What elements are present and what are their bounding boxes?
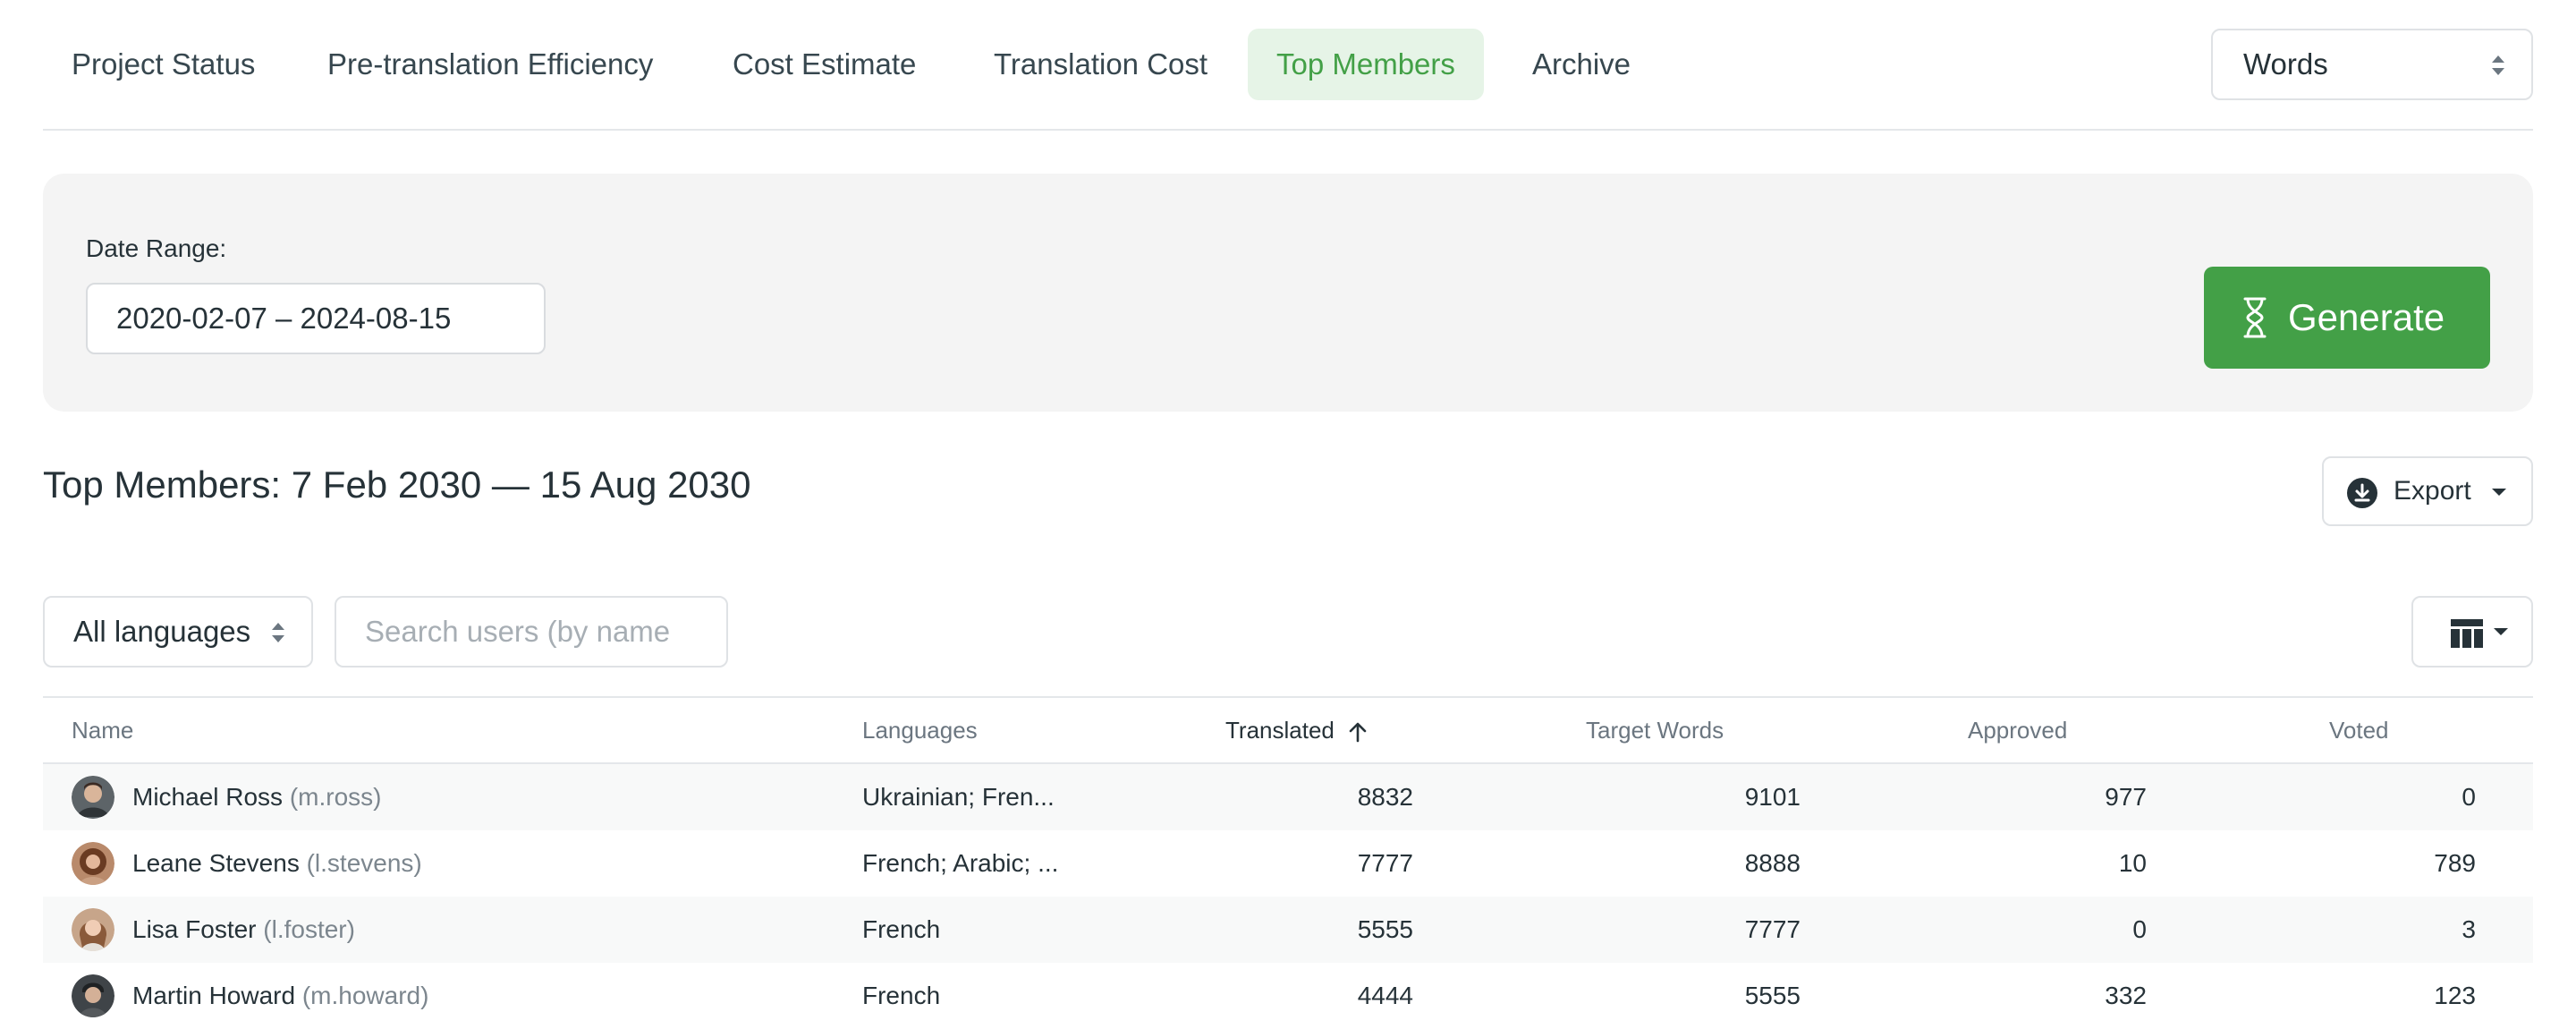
avatar: [72, 974, 114, 1017]
member-name: Lisa Foster: [132, 915, 257, 943]
translated-cell: 7777: [1357, 849, 1413, 877]
date-range-label: Date Range:: [86, 234, 227, 262]
member-login: (l.foster): [263, 915, 355, 943]
member-login: (l.stevens): [306, 849, 422, 877]
table-row[interactable]: Michael Ross (m.ross) Ukrainian; Fren...…: [43, 764, 2533, 830]
date-range-input[interactable]: 2020-02-07 – 2024-08-15: [86, 283, 546, 354]
sort-ascending-icon: [1349, 722, 1367, 743]
language-filter-select[interactable]: All languages: [43, 596, 313, 668]
member-name-cell: Lisa Foster (l.foster): [132, 897, 355, 963]
export-button-label: Export: [2394, 476, 2471, 506]
approved-cell: 977: [2105, 783, 2147, 811]
languages-cell: French; Arabic; ...: [862, 849, 1059, 877]
table-row[interactable]: Lisa Foster (l.foster) French 5555 7777 …: [43, 897, 2533, 963]
languages-cell: French: [862, 915, 941, 943]
report-tabs: Project Status Pre-translation Efficienc…: [43, 27, 2533, 131]
table-row[interactable]: Martin Howard (m.howard) French 4444 555…: [43, 963, 2533, 1029]
tab-cost-estimate[interactable]: Cost Estimate: [704, 29, 945, 100]
tab-archive[interactable]: Archive: [1504, 29, 1659, 100]
select-arrows-icon: [272, 623, 284, 642]
tab-top-members[interactable]: Top Members: [1248, 29, 1484, 100]
member-name-cell: Martin Howard (m.howard): [132, 963, 428, 1029]
tab-pre-translation-efficiency[interactable]: Pre-translation Efficiency: [299, 29, 682, 100]
languages-cell: Ukrainian; Fren...: [862, 783, 1055, 811]
column-header-translated[interactable]: Translated: [1225, 698, 1368, 762]
column-header-approved[interactable]: Approved: [1968, 698, 2067, 762]
column-header-name[interactable]: Name: [72, 698, 133, 762]
member-name: Martin Howard: [132, 982, 296, 1009]
hourglass-icon: [2243, 297, 2267, 338]
avatar: [72, 908, 114, 951]
generate-button[interactable]: Generate: [2204, 267, 2490, 369]
unit-select-value: Words: [2243, 47, 2328, 81]
member-login: (m.ross): [289, 783, 382, 811]
target-words-cell: 8888: [1744, 849, 1801, 877]
member-name-cell: Leane Stevens (l.stevens): [132, 830, 422, 897]
voted-cell: 0: [2462, 783, 2476, 811]
target-words-cell: 5555: [1744, 982, 1801, 1009]
column-header-translated-label: Translated: [1225, 717, 1335, 744]
voted-cell: 123: [2434, 982, 2476, 1009]
member-login: (m.howard): [301, 982, 429, 1009]
translated-cell: 5555: [1357, 915, 1413, 943]
approved-cell: 10: [2118, 849, 2147, 877]
report-filter-panel: Date Range: 2020-02-07 – 2024-08-15 Gene…: [43, 174, 2533, 412]
language-filter-value: All languages: [73, 615, 251, 648]
member-name: Leane Stevens: [132, 849, 300, 877]
approved-cell: 332: [2105, 982, 2147, 1009]
chevron-down-icon: [2494, 628, 2508, 635]
column-header-languages[interactable]: Languages: [862, 698, 978, 762]
download-icon: [2347, 478, 2377, 508]
tab-translation-cost[interactable]: Translation Cost: [965, 29, 1236, 100]
member-name: Michael Ross: [132, 783, 284, 811]
target-words-cell: 9101: [1744, 783, 1801, 811]
tab-project-status[interactable]: Project Status: [43, 29, 284, 100]
table-header: Name Languages Translated Target Words A…: [43, 696, 2533, 764]
languages-cell: French: [862, 982, 941, 1009]
translated-cell: 8832: [1357, 783, 1413, 811]
chevron-down-icon: [2492, 489, 2506, 496]
report-title: Top Members: 7 Feb 2030 — 15 Aug 2030: [43, 463, 751, 506]
column-settings-button[interactable]: [2411, 596, 2533, 668]
user-search-input[interactable]: [335, 596, 728, 668]
generate-button-label: Generate: [2288, 296, 2445, 338]
column-header-target-words[interactable]: Target Words: [1586, 698, 1724, 762]
voted-cell: 3: [2462, 915, 2476, 943]
translated-cell: 4444: [1357, 982, 1413, 1009]
avatar: [72, 776, 114, 819]
approved-cell: 0: [2132, 915, 2147, 943]
export-button[interactable]: Export: [2322, 456, 2533, 526]
unit-select[interactable]: Words: [2211, 29, 2533, 100]
column-header-voted[interactable]: Voted: [2329, 698, 2389, 762]
voted-cell: 789: [2434, 849, 2476, 877]
target-words-cell: 7777: [1744, 915, 1801, 943]
avatar: [72, 842, 114, 885]
table-row[interactable]: Leane Stevens (l.stevens) French; Arabic…: [43, 830, 2533, 897]
table-columns-icon: [2451, 619, 2483, 648]
top-members-table: Name Languages Translated Target Words A…: [43, 696, 2533, 1029]
member-name-cell: Michael Ross (m.ross): [132, 764, 382, 830]
select-arrows-icon: [2492, 55, 2504, 75]
